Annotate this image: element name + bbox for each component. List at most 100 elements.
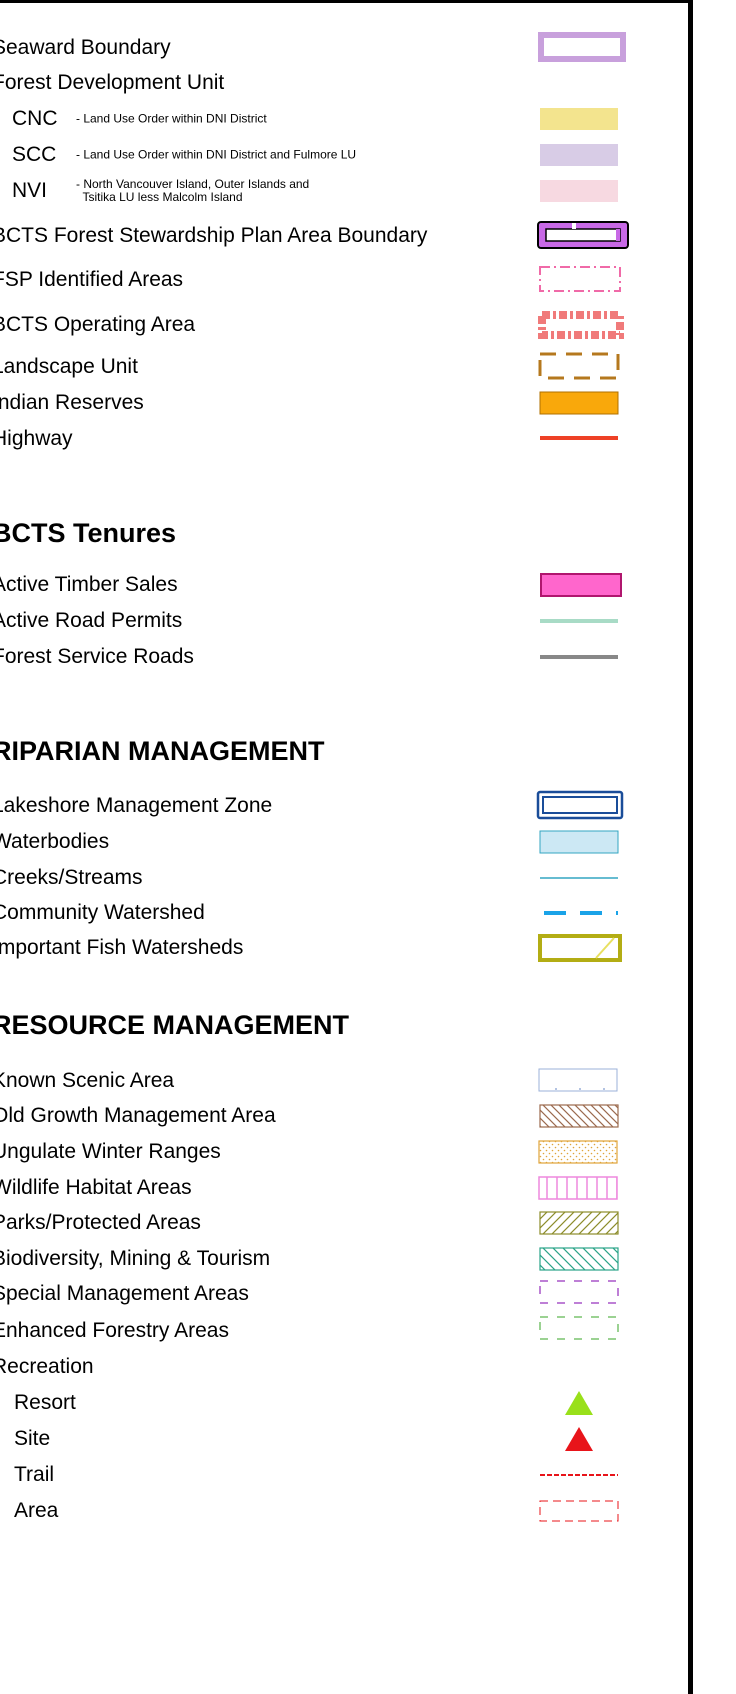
enhanced-symbol (536, 1313, 634, 1349)
highway-symbol (536, 421, 634, 457)
legend-item-waterbodies: Waterbodies (0, 824, 650, 860)
legend-item-landscape-unit: Landscape Unit (0, 349, 650, 385)
legend-sublabel: Trail (14, 1463, 55, 1486)
seaward-boundary-symbol (536, 30, 634, 66)
fdu-code: SCC (12, 143, 57, 166)
legend-label: Highway (0, 427, 73, 450)
timber-sales-symbol (536, 567, 634, 603)
trail-symbol (536, 1457, 634, 1493)
old-growth-symbol (536, 1098, 634, 1134)
scenic-symbol (536, 1063, 634, 1099)
legend-frame-top (0, 0, 693, 3)
legend-label: Forest Service Roads (0, 645, 194, 668)
legend-item-indian-reserves: Indian Reserves (0, 385, 650, 421)
legend-item-biodiversity: Biodiversity, Mining & Tourism (0, 1241, 650, 1277)
fdu-description: - North Vancouver Island, Outer Islands … (76, 177, 310, 204)
biodiversity-symbol (536, 1241, 634, 1277)
fish-watersheds-symbol (536, 930, 634, 966)
legend-label: Special Management Areas (0, 1282, 249, 1305)
legend-item-ungulate: Ungulate Winter Ranges (0, 1134, 650, 1170)
legend-item-wildlife: Wildlife Habitat Areas (0, 1170, 650, 1206)
legend-label: Recreation (0, 1355, 94, 1378)
legend-item-fs-roads: Forest Service Roads (0, 639, 650, 675)
legend-label: Lakeshore Management Zone (0, 794, 273, 817)
section-heading-bcts-tenures: BCTS Tenures (0, 518, 177, 548)
legend-item-scenic: Known Scenic Area (0, 1063, 650, 1099)
legend-item-fdu-nvi: NVI - North Vancouver Island, Outer Isla… (0, 173, 650, 209)
legend-item-lakeshore: Lakeshore Management Zone (0, 788, 650, 824)
rec-area-symbol (536, 1493, 634, 1529)
legend-label: BCTS Operating Area (0, 313, 196, 336)
legend-sublabel: Resort (14, 1391, 76, 1414)
legend-label: Forest Development Unit (0, 71, 225, 94)
resort-triangle-icon (536, 1385, 634, 1421)
legend-item-fdu-cnc: CNC - Land Use Order within DNI District (0, 101, 650, 137)
fs-roads-symbol (536, 639, 634, 675)
legend-item-fsp-boundary: BCTS Forest Stewardship Plan Area Bounda… (0, 218, 650, 254)
fdu-nvi-symbol (536, 173, 634, 209)
legend-sublabel: Area (14, 1499, 59, 1522)
fsp-boundary-symbol (536, 218, 634, 254)
legend-sublabel: Site (14, 1427, 51, 1450)
legend-label: Ungulate Winter Ranges (0, 1140, 221, 1163)
legend-label: Active Road Permits (0, 609, 183, 632)
road-permits-symbol (536, 603, 634, 639)
legend-item-resort: Resort (0, 1385, 650, 1421)
legend-item-site: Site (0, 1421, 650, 1457)
legend-label: Seaward Boundary (0, 36, 171, 59)
legend-label: Wildlife Habitat Areas (0, 1176, 192, 1199)
legend-item-fsp-identified: FSP Identified Areas (0, 262, 650, 298)
indian-reserves-symbol (536, 385, 634, 421)
legend-label: Creeks/Streams (0, 866, 143, 889)
legend-item-fish-watersheds: Important Fish Watersheds (0, 930, 650, 966)
operating-area-symbol (536, 307, 634, 343)
legend-item-highway: Highway (0, 421, 650, 457)
legend-item-rec-area: Area (0, 1493, 650, 1529)
landscape-unit-symbol (536, 349, 634, 385)
parks-symbol (536, 1205, 634, 1241)
legend-item-fdu: Forest Development Unit (0, 65, 650, 101)
legend-item-seaward-boundary: Seaward Boundary (0, 30, 650, 66)
legend-item-special: Special Management Areas (0, 1276, 650, 1312)
fdu-description: - Land Use Order within DNI District and… (76, 147, 357, 162)
legend-item-creeks: Creeks/Streams (0, 860, 650, 896)
legend-label: BCTS Forest Stewardship Plan Area Bounda… (0, 224, 428, 247)
legend-label: Indian Reserves (0, 391, 144, 414)
legend-label: Active Timber Sales (0, 573, 178, 596)
legend-item-recreation: Recreation (0, 1349, 650, 1385)
legend-item-enhanced: Enhanced Forestry Areas (0, 1313, 650, 1349)
legend-label: Landscape Unit (0, 355, 138, 378)
creeks-symbol (536, 860, 634, 896)
legend-frame-right (688, 0, 693, 1694)
fdu-code: NVI (12, 179, 48, 202)
legend-label: Known Scenic Area (0, 1069, 175, 1092)
legend-item-old-growth: Old Growth Management Area (0, 1098, 650, 1134)
fdu-scc-symbol (536, 137, 634, 173)
site-triangle-icon (536, 1421, 634, 1457)
wildlife-symbol (536, 1170, 634, 1206)
ungulate-symbol (536, 1134, 634, 1170)
fsp-identified-symbol (536, 262, 634, 298)
legend-label: Parks/Protected Areas (0, 1211, 201, 1234)
fdu-cnc-symbol (536, 101, 634, 137)
fdu-description: - Land Use Order within DNI District (76, 111, 267, 126)
legend-label: Waterbodies (0, 830, 110, 853)
legend-item-community-watershed: Community Watershed (0, 895, 650, 931)
legend-label: Biodiversity, Mining & Tourism (0, 1247, 271, 1270)
legend-item-fdu-scc: SCC - Land Use Order within DNI District… (0, 137, 650, 173)
special-symbol (536, 1276, 634, 1312)
legend-item-operating-area: BCTS Operating Area (0, 307, 650, 343)
legend-item-road-permits: Active Road Permits (0, 603, 650, 639)
map-legend: Seaward Boundary Forest Development Unit… (0, 0, 736, 1694)
legend-label: Enhanced Forestry Areas (0, 1319, 229, 1342)
community-watershed-symbol (536, 895, 634, 931)
legend-label: FSP Identified Areas (0, 268, 184, 291)
legend-item-trail: Trail (0, 1457, 650, 1493)
waterbodies-symbol (536, 824, 634, 860)
section-heading-riparian: RIPARIAN MANAGEMENT (0, 736, 325, 766)
legend-label: Old Growth Management Area (0, 1104, 276, 1127)
section-heading-resource: RESOURCE MANAGEMENT (0, 1010, 350, 1040)
lakeshore-symbol (536, 788, 634, 824)
fdu-code: CNC (12, 107, 58, 130)
legend-label: Important Fish Watersheds (0, 936, 244, 959)
